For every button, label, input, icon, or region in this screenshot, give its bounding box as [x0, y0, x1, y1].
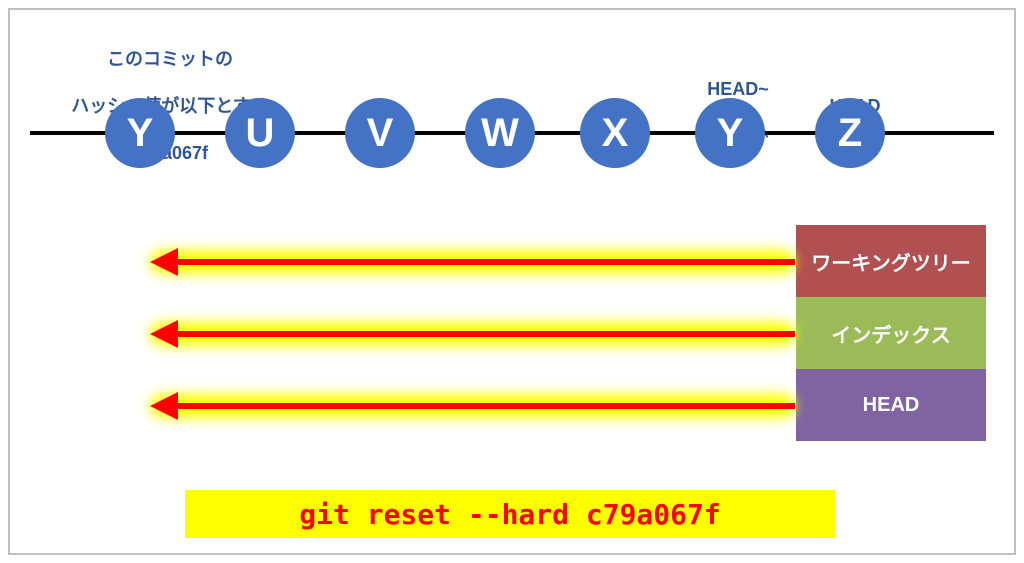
commit-label: Y [717, 111, 744, 156]
commit-label: W [481, 111, 519, 156]
index-box: インデックス [796, 297, 986, 369]
commit-node-6: Z [815, 98, 885, 168]
commit-node-4: X [580, 98, 650, 168]
head-tilde: HEAD~ [707, 79, 769, 99]
box-label: HEAD [863, 394, 920, 417]
arrow-head-icon [150, 392, 178, 420]
commit-node-2: V [345, 98, 415, 168]
note-line1: このコミットの [107, 49, 233, 69]
commit-label: U [246, 111, 275, 156]
reset-arrow-index [150, 322, 795, 346]
head-box: HEAD [796, 369, 986, 441]
command-text: git reset --hard c79a067f [299, 498, 720, 531]
box-label: ワーキングツリー [811, 247, 970, 276]
arrow-line [172, 331, 795, 337]
commit-label: Z [838, 111, 862, 156]
working-tree-box: ワーキングツリー [796, 225, 986, 297]
arrow-head-icon [150, 320, 178, 348]
reset-arrow-head [150, 394, 795, 418]
arrow-line [172, 259, 795, 265]
arrow-line [172, 403, 795, 409]
commit-node-3: W [465, 98, 535, 168]
commit-node-0: Y [105, 98, 175, 168]
commit-label: V [367, 111, 394, 156]
commit-label: Y [127, 111, 154, 156]
box-label: インデックス [831, 319, 950, 348]
reset-arrow-working-tree [150, 250, 795, 274]
commit-node-5: Y [695, 98, 765, 168]
command-bar: git reset --hard c79a067f [185, 490, 835, 538]
commit-label: X [602, 111, 629, 156]
arrow-head-icon [150, 248, 178, 276]
commit-node-1: U [225, 98, 295, 168]
git-areas-stack: ワーキングツリー インデックス HEAD [796, 225, 986, 441]
